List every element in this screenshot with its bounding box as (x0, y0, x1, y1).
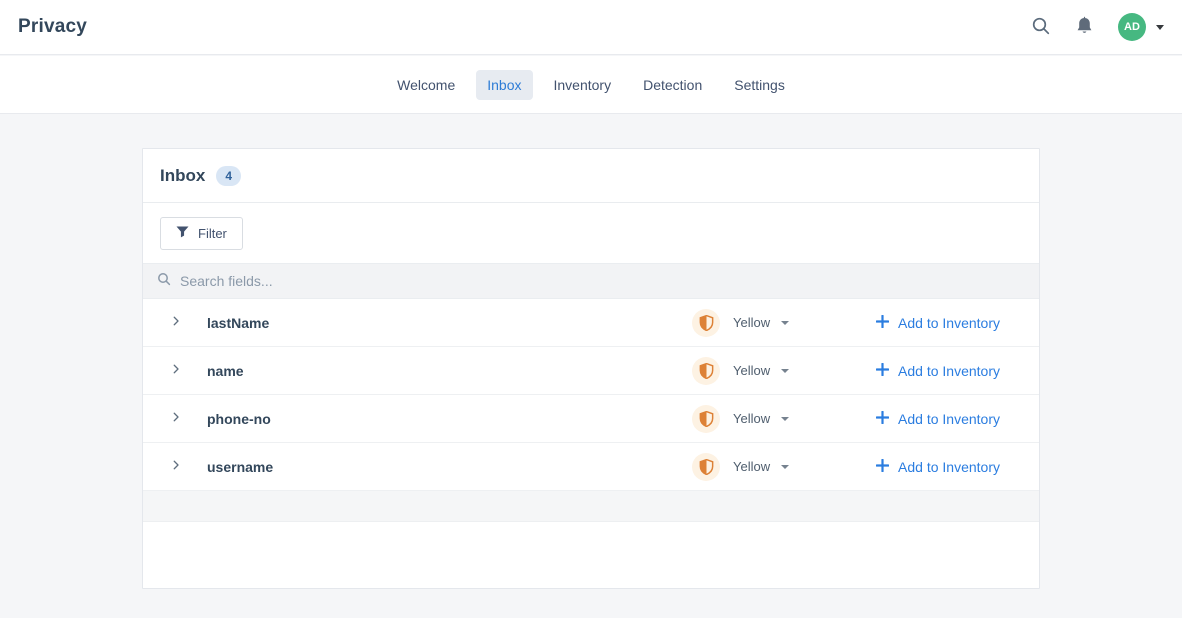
sensitivity-level-value: Yellow (733, 315, 770, 330)
add-to-inventory-button[interactable]: Add to Inventory (876, 363, 1000, 379)
tab-settings[interactable]: Settings (723, 70, 796, 100)
account-menu[interactable]: AD (1118, 13, 1164, 41)
add-to-inventory-button[interactable]: Add to Inventory (876, 411, 1000, 427)
sensitivity-group: Yellow (692, 453, 789, 481)
notifications-button[interactable] (1075, 16, 1094, 39)
filter-icon (176, 226, 189, 241)
sensitivity-level-value: Yellow (733, 411, 770, 426)
top-bar: Privacy AD (0, 0, 1182, 55)
inbox-card-header: Inbox 4 (143, 149, 1039, 203)
add-to-inventory-button[interactable]: Add to Inventory (876, 315, 1000, 331)
shield-icon (692, 405, 720, 433)
plus-icon (876, 459, 889, 475)
field-row: name Yellow (143, 347, 1039, 395)
expand-row-button[interactable] (170, 459, 182, 474)
sensitivity-level-dropdown[interactable]: Yellow (733, 411, 789, 426)
table-footer-strip (143, 491, 1039, 522)
expand-row-button[interactable] (170, 315, 182, 330)
tab-inventory[interactable]: Inventory (543, 70, 623, 100)
chevron-down-icon (781, 465, 789, 469)
add-to-inventory-label: Add to Inventory (898, 315, 1000, 331)
plus-icon (876, 411, 889, 427)
top-bar-actions: AD (1031, 13, 1164, 41)
chevron-right-icon (170, 363, 182, 378)
add-to-inventory-label: Add to Inventory (898, 363, 1000, 379)
sensitivity-level-dropdown[interactable]: Yellow (733, 363, 789, 378)
chevron-down-icon (781, 417, 789, 421)
shield-icon (692, 453, 720, 481)
tab-detection[interactable]: Detection (632, 70, 713, 100)
chevron-right-icon (170, 459, 182, 474)
field-name: username (207, 459, 273, 475)
bell-icon (1075, 16, 1094, 39)
filter-button[interactable]: Filter (160, 217, 243, 250)
add-to-inventory-button[interactable]: Add to Inventory (876, 459, 1000, 475)
search-icon (1031, 16, 1051, 39)
add-to-inventory-label: Add to Inventory (898, 411, 1000, 427)
shield-icon (692, 357, 720, 385)
tab-welcome[interactable]: Welcome (386, 70, 466, 100)
shield-icon (692, 309, 720, 337)
inbox-count-badge: 4 (216, 166, 241, 186)
expand-row-button[interactable] (170, 411, 182, 426)
chevron-down-icon (781, 321, 789, 325)
expand-row-button[interactable] (170, 363, 182, 378)
search-fields-icon (157, 272, 171, 291)
card-footer (143, 522, 1039, 588)
tab-inbox[interactable]: Inbox (476, 70, 532, 100)
chevron-right-icon (170, 315, 182, 330)
sensitivity-group: Yellow (692, 309, 789, 337)
field-row: lastName Yellow (143, 299, 1039, 347)
avatar[interactable]: AD (1118, 13, 1146, 41)
chevron-down-icon (781, 369, 789, 373)
field-name: phone-no (207, 411, 271, 427)
plus-icon (876, 363, 889, 379)
sensitivity-group: Yellow (692, 405, 789, 433)
search-fields-input[interactable] (180, 273, 680, 289)
field-row: username Yellow (143, 443, 1039, 491)
search-button[interactable] (1031, 16, 1051, 39)
sensitivity-group: Yellow (692, 357, 789, 385)
field-name: name (207, 363, 244, 379)
chevron-right-icon (170, 411, 182, 426)
main-nav: Welcome Inbox Inventory Detection Settin… (0, 56, 1182, 114)
app-title: Privacy (18, 16, 87, 38)
filter-button-label: Filter (198, 226, 227, 241)
sensitivity-level-dropdown[interactable]: Yellow (733, 459, 789, 474)
sensitivity-level-dropdown[interactable]: Yellow (733, 315, 789, 330)
field-row: phone-no Yellow (143, 395, 1039, 443)
search-bar (143, 263, 1039, 299)
field-name: lastName (207, 315, 269, 331)
add-to-inventory-label: Add to Inventory (898, 459, 1000, 475)
page-title: Inbox (160, 166, 205, 186)
plus-icon (876, 315, 889, 331)
chevron-down-icon (1156, 25, 1164, 30)
filter-section: Filter (143, 203, 1039, 263)
inbox-card: Inbox 4 Filter (142, 148, 1040, 589)
sensitivity-level-value: Yellow (733, 363, 770, 378)
sensitivity-level-value: Yellow (733, 459, 770, 474)
